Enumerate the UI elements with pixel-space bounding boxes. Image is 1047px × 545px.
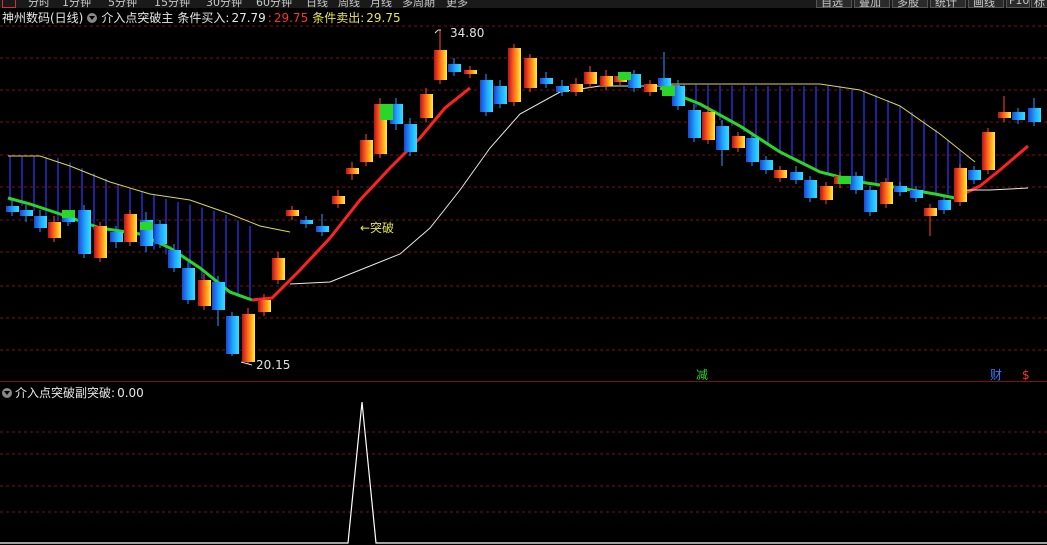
candle-21: [316, 214, 329, 236]
candle-64: [954, 164, 967, 206]
kline-chart[interactable]: 34.80 20.15 ←突破 减 财 $: [0, 0, 1047, 545]
green-cap-4: [662, 86, 675, 96]
candle-39: [584, 66, 597, 88]
candle-13: [198, 274, 211, 310]
candle-27: [404, 118, 417, 156]
blue-volume-lines: [9, 84, 961, 300]
breakout-signal-line: [0, 401, 1047, 544]
candle-48: [716, 120, 729, 166]
white-ma: [289, 85, 680, 285]
candle-29: [434, 30, 447, 84]
candle-63: [938, 196, 951, 214]
candle-67: [998, 96, 1011, 122]
candle-66: [982, 128, 995, 174]
green-cap-2: [380, 104, 393, 120]
white-ma-right: [960, 187, 1029, 191]
candle-35: [524, 54, 537, 92]
green-cap-3: [618, 72, 631, 80]
candle-8: [124, 210, 137, 246]
candle-31: [464, 66, 477, 78]
candle-58: [864, 186, 877, 216]
candle-68: [1012, 108, 1025, 124]
event-reduce[interactable]: 减: [696, 368, 708, 382]
candle-15: [226, 312, 239, 356]
candle-20: [300, 216, 313, 228]
candle-40: [600, 70, 613, 90]
candle-50: [746, 134, 759, 166]
event-finance[interactable]: 财: [990, 368, 1002, 382]
candle-53: [790, 166, 803, 184]
breakout-label: ←突破: [360, 220, 394, 235]
candle-38: [570, 78, 583, 96]
candle-6: [94, 222, 107, 262]
candle-0: [6, 200, 19, 216]
candle-2: [34, 210, 47, 232]
candle-51: [760, 156, 773, 174]
candle-33: [494, 80, 507, 108]
candle-54: [804, 176, 817, 202]
candle-32: [480, 74, 493, 116]
candle-19: [286, 206, 299, 220]
candle-30: [448, 58, 461, 76]
green-cap-1: [140, 222, 153, 230]
candle-24: [360, 134, 373, 166]
sub-chart: [0, 401, 1047, 544]
event-dollar[interactable]: $: [1022, 368, 1030, 382]
candle-5: [78, 205, 91, 258]
candle-12: [182, 262, 195, 304]
candle-18: [272, 252, 285, 284]
candle-22: [332, 190, 345, 208]
green-cap-0: [62, 210, 75, 218]
candle-23: [346, 162, 359, 180]
candle-46: [688, 104, 701, 142]
low-marker: [240, 361, 253, 366]
candle-10: [154, 220, 167, 248]
candle-60: [894, 182, 907, 196]
candle-1: [20, 205, 33, 222]
candle-36: [540, 72, 553, 88]
price-grid: [0, 25, 1047, 513]
candle-49: [732, 132, 745, 152]
candle-59: [880, 178, 893, 208]
candle-16: [242, 308, 255, 364]
high-price-label: 34.80: [450, 26, 484, 40]
candle-52: [774, 166, 787, 182]
candle-44: [658, 52, 671, 90]
candle-28: [420, 88, 433, 122]
low-price-label: 20.15: [256, 358, 290, 372]
candle-55: [820, 182, 833, 204]
candle-43: [644, 80, 657, 96]
candle-65: [968, 166, 981, 184]
candlesticks: [6, 30, 1041, 364]
green-cap-5: [838, 176, 851, 184]
candle-69: [1028, 98, 1041, 126]
candle-34: [508, 44, 521, 106]
